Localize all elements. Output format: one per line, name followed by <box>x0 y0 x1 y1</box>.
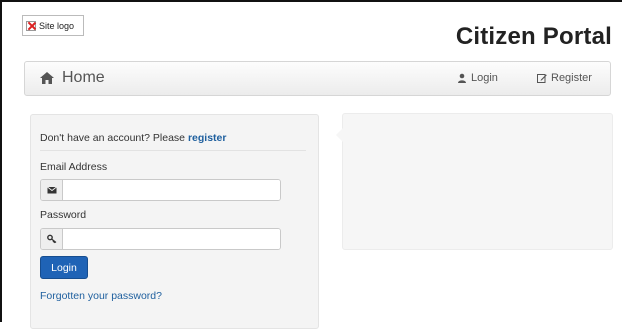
email-input-group <box>40 179 281 201</box>
password-label: Password <box>40 209 87 221</box>
top-navbar: Home Login Register <box>24 61 611 96</box>
nav-register-label: Register <box>551 72 592 84</box>
password-field[interactable] <box>63 229 280 249</box>
email-addon <box>41 180 63 200</box>
password-addon <box>41 229 63 249</box>
portal-title: Citizen Portal <box>455 23 612 50</box>
home-icon <box>40 72 54 84</box>
broken-image-icon <box>26 20 36 31</box>
side-panel-notch <box>336 128 343 142</box>
email-field[interactable] <box>63 180 280 200</box>
key-icon <box>46 234 56 244</box>
frame-top-border <box>0 0 622 2</box>
envelope-icon <box>46 186 57 194</box>
login-button[interactable]: Login <box>40 256 88 279</box>
edit-icon <box>537 74 547 83</box>
register-prompt: Don't have an account? Please register <box>40 132 226 144</box>
site-logo-alt-text: Site logo <box>39 20 75 31</box>
nav-home-label: Home <box>62 69 105 86</box>
side-info-panel <box>336 113 613 250</box>
nav-home-link[interactable]: Home <box>39 69 105 87</box>
email-label: Email Address <box>40 161 108 173</box>
password-input-group <box>40 228 281 250</box>
nav-login-link[interactable]: Login <box>457 72 498 84</box>
login-panel: Don't have an account? Please register E… <box>30 114 319 329</box>
user-icon <box>458 73 466 83</box>
register-prompt-text: Don't have an account? Please <box>40 132 188 144</box>
panel-divider <box>40 150 306 151</box>
site-logo[interactable]: Site logo <box>22 15 84 36</box>
forgot-password-link[interactable]: Forgotten your password? <box>40 290 162 302</box>
register-link[interactable]: register <box>188 132 227 144</box>
frame-left-border <box>0 0 2 322</box>
nav-register-link[interactable]: Register <box>537 72 592 84</box>
nav-login-label: Login <box>471 72 498 84</box>
